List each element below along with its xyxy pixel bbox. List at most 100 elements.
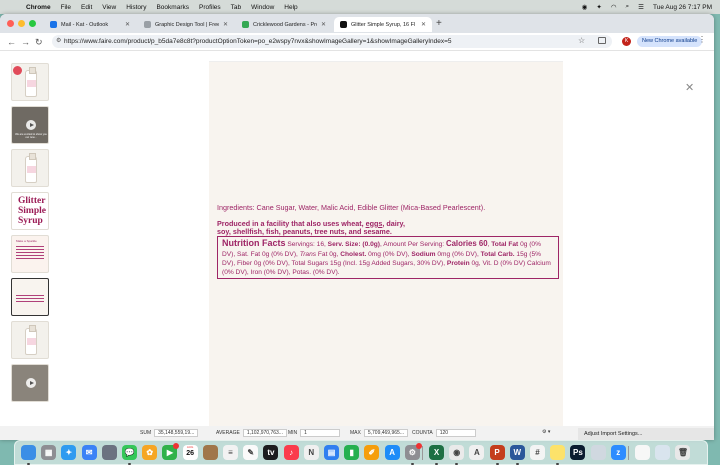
zoom-icon[interactable]: z	[610, 445, 626, 460]
forward-button[interactable]: →	[21, 36, 30, 48]
menu-bar: Chrome File Edit View History Bookmarks …	[0, 0, 720, 14]
facetime-icon[interactable]: ▶	[162, 443, 180, 460]
reload-button[interactable]: ↻	[35, 36, 43, 48]
gallery-thumb-5-recipe[interactable]: Make a Sparkle	[11, 235, 49, 273]
appstore-icon[interactable]: A	[384, 445, 400, 460]
close-tab-icon[interactable]: ✕	[223, 21, 228, 28]
browser-toolbar: ← → ↻ ⚙ https://www.faire.com/product/p_…	[0, 33, 714, 51]
gallery-thumb-4-logo[interactable]: Glitter Simple Syrup	[11, 192, 49, 230]
safari-icon[interactable]: ✦	[61, 445, 77, 460]
menu-file[interactable]: File	[61, 4, 71, 11]
facetime-contacts-icon[interactable]	[101, 445, 117, 460]
tab-cricklewood[interactable]: Cricklewood Gardens - Produ ✕	[236, 17, 332, 32]
slack-icon[interactable]: #	[530, 445, 545, 460]
back-button[interactable]: ←	[7, 36, 16, 48]
close-tab-icon[interactable]: ✕	[125, 21, 130, 28]
close-gallery-icon[interactable]: ✕	[685, 81, 694, 94]
textedit-icon[interactable]	[635, 445, 650, 460]
calories-text: Calories 60	[445, 239, 488, 249]
tab-outlook[interactable]: Mail - Kat - Outlook ✕	[44, 17, 136, 32]
settings-icon[interactable]: ⚙	[404, 443, 422, 465]
new-chrome-available-button[interactable]: New Chrome available	[637, 36, 703, 47]
menu-tab[interactable]: Tab	[231, 4, 241, 11]
dropbox-icon[interactable]: ✦	[596, 3, 601, 11]
notes-icon[interactable]	[550, 445, 566, 465]
close-window-button[interactable]	[7, 20, 14, 27]
menu-bookmarks[interactable]: Bookmarks	[156, 4, 189, 11]
finder-icon[interactable]	[21, 445, 36, 465]
sum-label: SUM	[140, 430, 152, 436]
preview-icon[interactable]	[590, 445, 606, 460]
side-panel-icon[interactable]	[598, 37, 606, 44]
screen-record-icon[interactable]: ◉	[582, 3, 588, 11]
gallery-thumb-3[interactable]	[11, 149, 49, 187]
gallery-thumb-2-video[interactable]: We are excited to show you our new...	[11, 106, 49, 144]
close-tab-icon[interactable]: ✕	[321, 21, 326, 28]
site-info-icon[interactable]: ⚙	[56, 37, 61, 44]
pages-icon[interactable]: ✐	[364, 445, 380, 460]
menu-history[interactable]: History	[126, 4, 146, 11]
messages-icon[interactable]: 💬	[122, 445, 137, 465]
allergen-statement: Produced in a facility that also uses wh…	[217, 219, 559, 236]
menu-view[interactable]: View	[102, 4, 116, 11]
freeform-icon[interactable]: ✎	[243, 445, 259, 460]
gallery-thumb-1[interactable]	[11, 63, 49, 101]
gallery-thumb-6-label[interactable]	[11, 278, 49, 316]
chrome-icon[interactable]: ◉	[449, 445, 465, 465]
trans-text: Fat 0g,	[316, 250, 341, 258]
nutrition-facts-title: Nutrition Facts	[222, 238, 286, 249]
recipe-text-lines	[16, 246, 44, 261]
trash-icon[interactable]: 🗑	[675, 445, 691, 460]
photos-icon[interactable]: ✿	[142, 445, 158, 460]
safari-glyph: ✦	[65, 448, 73, 457]
menu-chrome[interactable]: Chrome	[26, 4, 51, 11]
close-tab-icon[interactable]: ✕	[421, 21, 426, 28]
powerpoint-icon[interactable]: P	[489, 445, 505, 465]
menu-profiles[interactable]: Profiles	[199, 4, 221, 11]
bottle-image	[25, 153, 37, 183]
news-icon[interactable]: N	[303, 445, 319, 460]
appletv-icon[interactable]: tv	[263, 445, 279, 460]
slack-glyph: #	[535, 448, 540, 457]
new-tab-button[interactable]: +	[436, 18, 442, 29]
bookmark-star-icon[interactable]: ☆	[578, 36, 585, 45]
menu-help[interactable]: Help	[284, 4, 297, 11]
menu-window[interactable]: Window	[251, 4, 274, 11]
word-icon[interactable]: W	[509, 445, 525, 465]
minimize-window-button[interactable]	[18, 20, 25, 27]
chrome-menu-icon[interactable]: ⋮	[698, 35, 706, 44]
appstore-glyph: A	[389, 448, 395, 457]
music-icon[interactable]: ♪	[283, 445, 299, 460]
photoshop-icon[interactable]: Ps	[570, 445, 586, 460]
image-viewer: Ingredients: Cane Sugar, Water, Malic Ac…	[209, 61, 563, 433]
bottle-image	[25, 67, 37, 97]
wifi-icon[interactable]: ◠	[611, 3, 617, 11]
mail-icon[interactable]: ✉	[81, 445, 97, 460]
notes-archive-icon[interactable]	[202, 445, 218, 460]
outlook-icon	[50, 21, 57, 28]
address-bar[interactable]: ⚙ https://www.faire.com/product/p_b5da7e…	[52, 35, 612, 48]
menu-edit[interactable]: Edit	[81, 4, 92, 11]
reminders-icon[interactable]: ≡	[223, 445, 238, 460]
powerpoint-glyph: P	[494, 448, 500, 457]
zoom-window-button[interactable]	[29, 20, 36, 27]
tab-glitter-syrup[interactable]: Glitter Simple Syrup, 16 Fl o ✕	[334, 17, 432, 32]
gallery-thumb-7[interactable]	[11, 321, 49, 359]
max-value: 5,709,469,965...	[363, 429, 408, 437]
counta-value: 120	[435, 429, 476, 437]
sheet-settings-icon[interactable]: ⚙ ▾	[542, 429, 550, 435]
adjust-import-settings-button[interactable]: Adjust Import Settings...	[578, 428, 714, 440]
profile-avatar[interactable]: K	[622, 37, 631, 46]
gallery-thumb-8-video[interactable]	[11, 364, 49, 402]
control-center-icon[interactable]: ☰	[638, 3, 644, 11]
clock[interactable]: Tue Aug 26 7:17 PM	[653, 4, 712, 11]
launchpad-icon[interactable]: ▦	[41, 445, 57, 460]
folder-icon[interactable]	[655, 445, 671, 460]
keynote-icon[interactable]: ▤	[324, 445, 339, 460]
calendar-icon[interactable]: AUG 26	[182, 445, 198, 460]
excel-icon[interactable]: X	[429, 445, 444, 465]
numbers-icon[interactable]: ▮	[344, 445, 360, 460]
acrobat-icon[interactable]: A	[469, 445, 485, 460]
tab-graphic-design[interactable]: Graphic Design Tool | Free O ✕	[138, 17, 234, 32]
search-icon[interactable]: ⌕	[626, 3, 630, 11]
